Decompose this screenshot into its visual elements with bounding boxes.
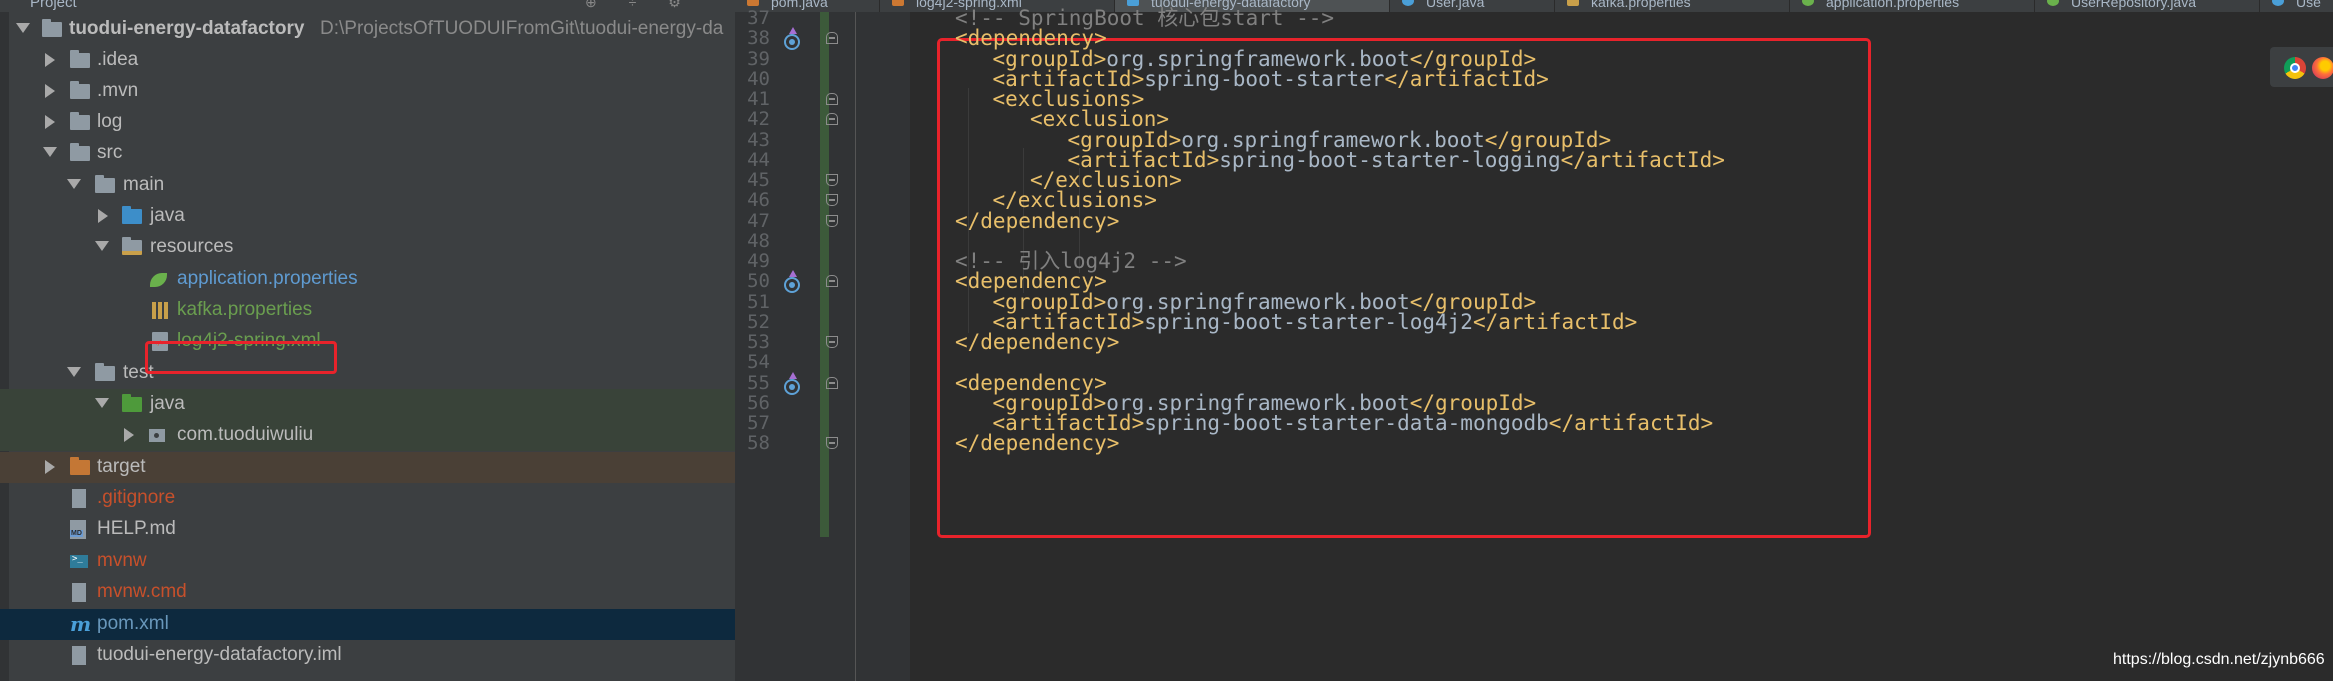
tab-application-properties[interactable]: application.properties <box>1790 0 2035 12</box>
fold-marker-icon[interactable] <box>826 194 838 207</box>
markdown-file-icon <box>70 520 86 539</box>
spring-leaf-icon <box>1802 0 1814 6</box>
code-line: </dependency> <box>955 428 1119 458</box>
tree-item-label: tuodui-energy-datafactory.iml <box>97 644 342 665</box>
tab-user-java[interactable]: User.java <box>1390 0 1555 12</box>
xml-text-value: spring-boot-starter-logging <box>1219 147 1561 172</box>
xml-close-tag: </artifactId> <box>1472 309 1638 334</box>
xml-tag: </dependency> <box>955 208 1120 233</box>
tree-item-label: pom.xml <box>97 613 169 634</box>
maven-icon <box>70 615 88 633</box>
expand-arrow-icon[interactable] <box>45 460 55 474</box>
browser-preview-popup <box>2270 47 2333 87</box>
fold-marker-icon[interactable] <box>826 32 838 45</box>
file-icon <box>72 583 86 602</box>
tree-item-mvnw[interactable]: mvnw <box>0 546 735 577</box>
class-icon <box>1402 0 1414 6</box>
tree-item-label: target <box>97 456 146 477</box>
firefox-icon[interactable] <box>2312 57 2333 79</box>
fold-marker-icon[interactable] <box>826 437 838 450</box>
xml-tag: </dependency> <box>955 330 1120 354</box>
fold-marker-icon[interactable] <box>826 93 838 105</box>
tab-overflow[interactable]: Use <box>2260 0 2333 12</box>
tab-label: User.java <box>1426 0 1485 10</box>
xml-text-value: spring-boot-starter <box>1144 66 1385 91</box>
gutter-divider <box>855 12 856 681</box>
iml-file-icon <box>72 646 86 665</box>
tree-item-pom-xml[interactable]: pom.xml <box>0 609 735 640</box>
xml-close-tag: </artifactId> <box>1384 66 1549 91</box>
tree-item-iml[interactable]: tuodui-energy-datafactory.iml <box>0 640 735 671</box>
properties-file-icon <box>1567 0 1579 6</box>
fold-marker-icon[interactable] <box>826 113 838 126</box>
tab-kafka-properties[interactable]: kafka.properties <box>1555 0 1790 12</box>
tab-label: pom.java <box>771 0 828 10</box>
tree-item-label: HELP.md <box>97 518 176 539</box>
chrome-icon[interactable] <box>2284 57 2306 79</box>
xml-close-tag: </artifactId> <box>1560 147 1725 172</box>
xml-close-tag: </artifactId> <box>1548 411 1714 435</box>
tree-item-label: mvnw <box>97 550 147 571</box>
class-icon <box>2272 0 2284 6</box>
tab-label: Use <box>2296 0 2321 10</box>
excluded-folder-icon <box>70 457 90 475</box>
tree-item-gitignore[interactable]: .gitignore <box>0 483 735 514</box>
watermark: https://blog.csdn.net/zjynb666 <box>2113 651 2325 668</box>
tab-label: kafka.properties <box>1591 0 1691 10</box>
line-number: 58 <box>747 432 770 455</box>
tree-item-mvnw-cmd[interactable]: mvnw.cmd <box>0 577 735 608</box>
code-line: </dependency> <box>955 206 1119 236</box>
xml-tag: </dependency> <box>955 431 1120 456</box>
terminal-file-icon <box>70 554 88 568</box>
tab-label: UserRepository.java <box>2071 0 2197 10</box>
fold-marker-icon[interactable] <box>826 376 838 389</box>
interface-icon <box>2047 0 2059 6</box>
xml-text-value: spring-boot-starter-log4j2 <box>1144 309 1473 334</box>
spring-bean-gutter-icon[interactable] <box>784 371 800 395</box>
fold-marker-icon[interactable] <box>826 214 838 227</box>
xml-text-value: spring-boot-starter-data-mongodb <box>1144 411 1549 435</box>
fold-marker-icon[interactable] <box>826 174 838 186</box>
tree-item-help-md[interactable]: HELP.md <box>0 514 735 545</box>
xml-file-icon <box>892 0 904 6</box>
tab-label: application.properties <box>1826 0 1960 10</box>
file-icon <box>72 489 86 508</box>
code-line: </dependency> <box>955 327 1119 357</box>
vcs-change-marker <box>820 12 829 537</box>
tree-item-label: mvnw.cmd <box>97 581 187 602</box>
tree-item-label: .gitignore <box>97 487 176 508</box>
fold-marker-icon[interactable] <box>826 275 838 288</box>
fold-marker-icon[interactable] <box>826 336 838 348</box>
tab-user-repository-java[interactable]: UserRepository.java <box>2035 0 2260 12</box>
